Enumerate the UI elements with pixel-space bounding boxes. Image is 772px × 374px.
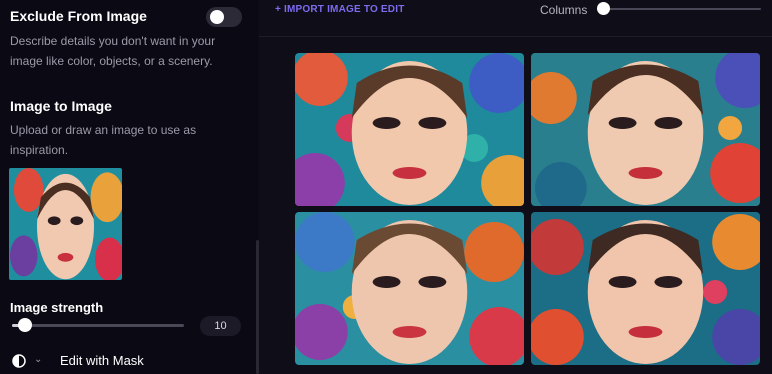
contrast-icon <box>12 354 26 368</box>
generated-image-1[interactable] <box>295 53 524 206</box>
exclude-toggle[interactable] <box>206 7 242 27</box>
reference-image-thumbnail[interactable] <box>9 168 122 280</box>
image-strength-slider-track[interactable] <box>12 324 184 327</box>
columns-label: Columns <box>540 3 588 17</box>
results-toolbar: + IMPORT IMAGE TO EDIT Columns <box>259 0 772 37</box>
columns-slider-track[interactable] <box>597 8 761 10</box>
generated-image-4[interactable] <box>531 212 760 365</box>
image-strength-value[interactable]: 10 <box>200 316 241 336</box>
generated-image-3[interactable] <box>295 212 524 365</box>
image-strength-slider-handle[interactable] <box>18 318 32 332</box>
generated-image-2[interactable] <box>531 53 760 206</box>
exclude-description: Describe details you don't want in your … <box>10 34 216 68</box>
chevron-down-icon[interactable]: ⌄ <box>34 354 42 365</box>
import-image-link[interactable]: + IMPORT IMAGE TO EDIT <box>275 4 405 15</box>
settings-sidebar: Exclude From Image Describe details you … <box>0 0 258 374</box>
image-strength-label: Image strength <box>10 300 104 315</box>
toggle-knob <box>210 10 224 24</box>
exclude-title: Exclude From Image <box>10 8 147 24</box>
columns-slider-handle[interactable] <box>597 2 610 15</box>
image-to-image-description: Upload or draw an image to use as inspir… <box>10 123 197 157</box>
edit-with-mask-button[interactable]: Edit with Mask <box>60 353 144 368</box>
image-to-image-title: Image to Image <box>10 98 112 114</box>
results-panel: + IMPORT IMAGE TO EDIT Columns <box>259 0 772 374</box>
